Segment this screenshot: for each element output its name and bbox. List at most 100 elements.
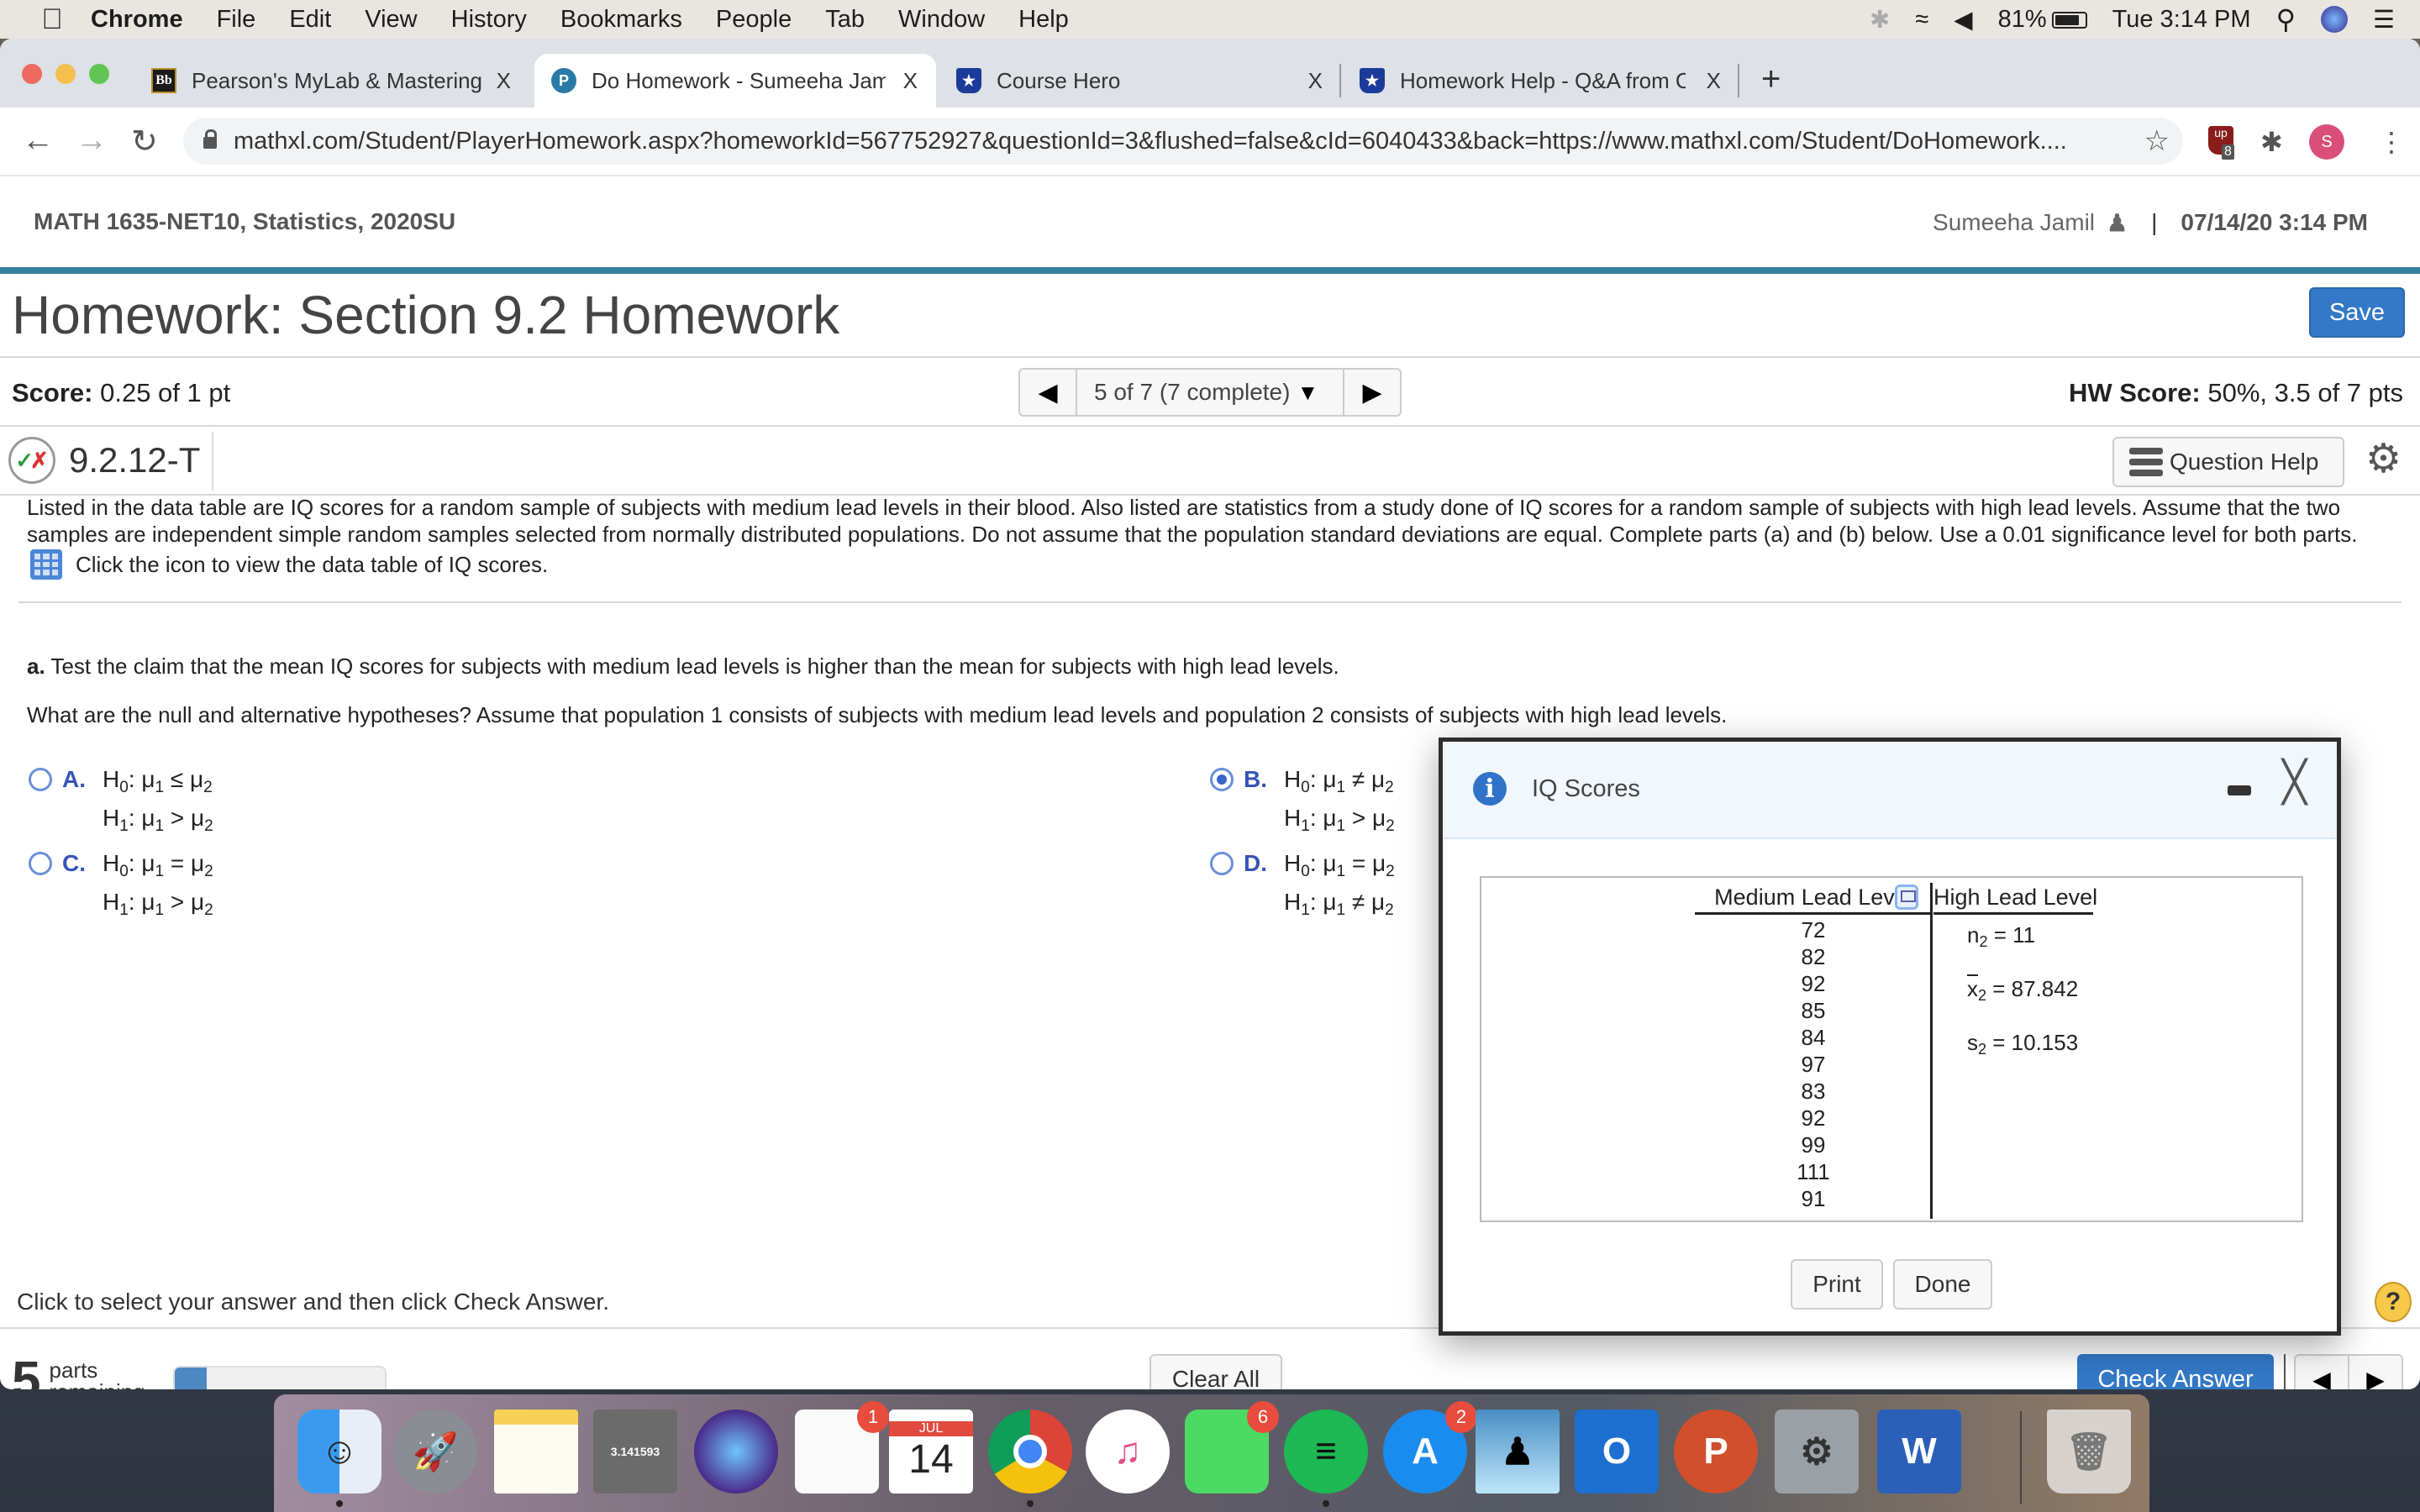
question-dropdown[interactable]: 5 of 7 (7 complete) bbox=[1077, 379, 1290, 406]
back-button[interactable]: ← bbox=[22, 123, 54, 159]
dock-kindle-icon[interactable]: ♟ bbox=[1476, 1410, 1560, 1494]
option-a[interactable]: A. H0: μ1 ≤ μ2 H1: μ1 > μ2 bbox=[29, 766, 213, 843]
dock-calculator-icon[interactable]: 3.141593 bbox=[593, 1410, 677, 1494]
new-tab-button[interactable]: + bbox=[1761, 60, 1781, 98]
bookmark-star-icon[interactable]: ☆ bbox=[2144, 124, 2170, 158]
stat-s2: s2 = 10.153 bbox=[1967, 1030, 2079, 1058]
question-help-label: Question Help bbox=[2170, 449, 2319, 475]
data-table-link[interactable]: Click the icon to view the data table of… bbox=[30, 549, 548, 580]
next-question-button[interactable]: ▶ bbox=[1343, 370, 1400, 415]
help-question-icon[interactable]: ? bbox=[2375, 1282, 2412, 1322]
copy-to-clipboard-icon[interactable] bbox=[1895, 885, 1918, 910]
dock-chrome-icon[interactable] bbox=[988, 1410, 1072, 1494]
dock-facetime-icon[interactable]: 6 bbox=[1185, 1401, 1279, 1494]
previous-question-button[interactable]: ◀ bbox=[1020, 370, 1077, 415]
minimize-icon[interactable] bbox=[2228, 785, 2251, 795]
extensions-puzzle-icon[interactable]: ✱ bbox=[2260, 126, 2283, 158]
dock-launchpad-icon[interactable]: 🚀 bbox=[393, 1410, 477, 1494]
user-name[interactable]: Sumeeha Jamil bbox=[1933, 209, 2095, 236]
tab-close-icon[interactable]: X bbox=[903, 68, 918, 94]
url-input[interactable]: mathxl.com/Student/PlayerHomework.aspx?h… bbox=[183, 118, 2183, 165]
siri-icon[interactable] bbox=[2321, 6, 2348, 33]
dock-trash-icon[interactable]: 🗑 bbox=[2047, 1410, 2131, 1494]
option-c-radio[interactable] bbox=[29, 852, 52, 875]
tab-close-icon[interactable]: X bbox=[497, 68, 511, 94]
tab-homework-help[interactable]: ★ Homework Help - Q&A from Or X bbox=[1343, 54, 1739, 108]
menu-window[interactable]: Window bbox=[898, 6, 985, 34]
check-answer-button[interactable]: Check Answer bbox=[2077, 1354, 2274, 1389]
dock-reminders-icon[interactable]: 1 bbox=[795, 1401, 889, 1494]
tab-pearson-mylab[interactable]: Bb Pearson's MyLab & Mastering - X bbox=[134, 54, 529, 108]
menu-people[interactable]: People bbox=[716, 6, 792, 34]
part-a-text: Test the claim that the mean IQ scores f… bbox=[45, 654, 1339, 679]
dock-word-icon[interactable]: W bbox=[1877, 1410, 1961, 1494]
chrome-menu-icon[interactable]: ⋮ bbox=[2378, 126, 2405, 158]
print-button[interactable]: Print bbox=[1791, 1259, 1883, 1310]
dock-calendar-icon[interactable]: JUL 14 bbox=[889, 1410, 973, 1494]
tab-course-hero[interactable]: ★ Course Hero X bbox=[939, 54, 1341, 108]
battery-status[interactable]: 81% bbox=[1998, 6, 2087, 34]
bottom-next-button[interactable]: ▶ bbox=[2349, 1356, 2402, 1390]
dock-siri-icon[interactable] bbox=[694, 1410, 778, 1494]
apple-menu-icon[interactable]:  bbox=[35, 3, 69, 36]
question-id: 9.2.12-T bbox=[69, 440, 201, 480]
option-b-h1: H1: μ1 > μ2 bbox=[1284, 805, 1395, 835]
dock-spotify-icon[interactable]: ≡ bbox=[1284, 1410, 1368, 1494]
option-d[interactable]: D. H0: μ1 = μ2 H1: μ1 ≠ μ2 bbox=[1210, 850, 1395, 927]
dialog-header: i IQ Scores ╳ bbox=[1443, 742, 2337, 839]
window-zoom-button[interactable] bbox=[89, 64, 109, 84]
tab-close-icon[interactable]: X bbox=[1707, 68, 1721, 94]
menu-clock[interactable]: Tue 3:14 PM bbox=[2112, 6, 2251, 34]
menu-tab[interactable]: Tab bbox=[825, 6, 865, 34]
option-c[interactable]: C. H0: μ1 = μ2 H1: μ1 > μ2 bbox=[29, 850, 213, 927]
option-b-radio-selected[interactable] bbox=[1210, 768, 1234, 791]
dropdown-arrow-icon[interactable]: ▼ bbox=[1297, 380, 1318, 406]
option-b[interactable]: B. H0: μ1 ≠ μ2 H1: μ1 > μ2 bbox=[1210, 766, 1395, 843]
dock-powerpoint-icon[interactable]: P bbox=[1674, 1410, 1758, 1494]
score-value: 0.25 of 1 pt bbox=[92, 378, 231, 407]
clear-all-button[interactable]: Clear All bbox=[1150, 1354, 1282, 1389]
tab-close-icon[interactable]: X bbox=[1308, 68, 1323, 94]
lock-icon[interactable] bbox=[203, 129, 217, 150]
spotlight-search-icon[interactable]: ⚲ bbox=[2276, 3, 2296, 35]
dock-outlook-icon[interactable]: O bbox=[1575, 1410, 1659, 1494]
extension-up-icon[interactable]: up 8 bbox=[2208, 126, 2234, 160]
menu-help[interactable]: Help bbox=[1018, 6, 1069, 34]
dock-notes-icon[interactable] bbox=[494, 1410, 578, 1494]
data-table-icon[interactable] bbox=[30, 549, 62, 580]
notification-center-icon[interactable]: ☰ bbox=[2373, 5, 2395, 34]
window-minimize-button[interactable] bbox=[55, 64, 76, 84]
reload-button[interactable]: ↻ bbox=[131, 123, 158, 160]
volume-icon[interactable]: ◀ bbox=[1954, 5, 1972, 34]
bottom-prev-button[interactable]: ◀ bbox=[2296, 1356, 2349, 1389]
bluetooth-icon[interactable]: ✱ bbox=[1870, 5, 1890, 34]
menu-file[interactable]: File bbox=[217, 6, 256, 34]
menu-history[interactable]: History bbox=[451, 6, 527, 34]
menu-app-name[interactable]: Chrome bbox=[91, 6, 183, 34]
window-close-button[interactable] bbox=[22, 64, 42, 84]
menu-edit[interactable]: Edit bbox=[289, 6, 331, 34]
profile-avatar[interactable]: S bbox=[2309, 124, 2344, 160]
option-letter: B. bbox=[1244, 766, 1267, 792]
menu-view[interactable]: View bbox=[365, 6, 417, 34]
forward-button[interactable]: → bbox=[76, 123, 108, 159]
dock-app-store-icon[interactable]: A2 bbox=[1383, 1401, 1477, 1494]
tab-do-homework[interactable]: P Do Homework - Sumeeha Jami X bbox=[534, 54, 936, 108]
option-a-radio[interactable] bbox=[29, 768, 52, 791]
done-button[interactable]: Done bbox=[1893, 1259, 1992, 1310]
option-d-h0: H0: μ1 = μ2 bbox=[1284, 850, 1395, 880]
option-d-radio[interactable] bbox=[1210, 852, 1234, 875]
dock-finder-icon[interactable]: ☺ bbox=[297, 1410, 381, 1494]
question-help-button[interactable]: Question Help bbox=[2112, 437, 2344, 487]
dock-music-icon[interactable]: ♫ bbox=[1086, 1410, 1170, 1494]
divider bbox=[212, 432, 213, 491]
partial-credit-icon: ✓ ✗ bbox=[8, 437, 55, 484]
menu-bookmarks[interactable]: Bookmarks bbox=[560, 6, 682, 34]
close-icon[interactable]: ╳ bbox=[2282, 762, 2307, 802]
dock-system-preferences-icon[interactable]: ⚙ bbox=[1775, 1410, 1859, 1494]
wifi-icon[interactable]: ≈ bbox=[1915, 6, 1928, 34]
gear-icon[interactable]: ⚙ bbox=[2365, 435, 2402, 482]
save-button[interactable]: Save bbox=[2309, 287, 2405, 338]
progress-fill bbox=[175, 1368, 207, 1389]
dock-separator bbox=[2020, 1411, 2022, 1504]
